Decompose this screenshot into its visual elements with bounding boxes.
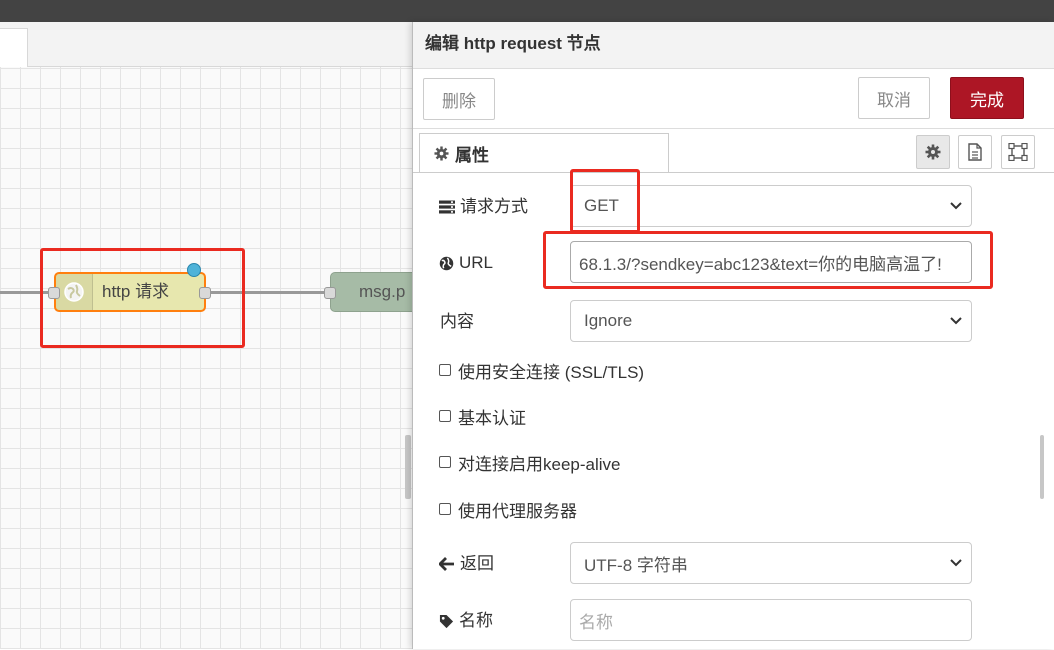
tab-bar-underline <box>413 172 1054 173</box>
name-label-text: 名称 <box>459 611 493 630</box>
gear-icon <box>925 144 941 160</box>
payload-label: 内容 <box>440 300 474 344</box>
tray-scrollbar[interactable] <box>1040 435 1044 499</box>
highlight-method <box>570 169 640 233</box>
checkbox-ssl-box[interactable] <box>439 364 451 376</box>
checkbox-basic-auth-label: 基本认证 <box>458 408 526 428</box>
workspace-canvas[interactable]: http 请求 msg.p <box>0 22 415 649</box>
url-label: URL <box>439 241 493 285</box>
highlight-http-node <box>40 248 245 348</box>
return-select[interactable]: UTF-8 字符串 <box>570 542 972 584</box>
list-icon <box>439 200 455 214</box>
name-label: 名称 <box>439 599 493 643</box>
payload-row: 内容 Ignore <box>413 300 1054 344</box>
arrow-left-icon <box>439 557 454 571</box>
checkbox-ssl[interactable]: 使用安全连接 (SSL/TLS) <box>439 357 644 383</box>
workspace-tab-strip <box>0 22 415 67</box>
payload-select-value: Ignore <box>584 311 633 330</box>
chevron-down-icon <box>950 202 962 210</box>
checkbox-basic-auth[interactable]: 基本认证 <box>439 403 526 429</box>
payload-label-text: 内容 <box>440 312 474 331</box>
checkbox-ssl-label: 使用安全连接 (SSL/TLS) <box>458 362 645 382</box>
tab-properties[interactable]: 属性 <box>419 133 669 173</box>
checkbox-proxy-label: 使用代理服务器 <box>458 501 577 521</box>
document-icon <box>968 143 982 161</box>
node-settings-button[interactable] <box>916 135 950 169</box>
return-label-text: 返回 <box>460 554 494 573</box>
debug-node-label: msg.p <box>359 282 406 301</box>
return-row: 返回 UTF-8 字符串 <box>413 542 1054 586</box>
tab-properties-label: 属性 <box>455 145 489 165</box>
payload-select[interactable]: Ignore <box>570 300 972 342</box>
method-label: 请求方式 <box>439 185 528 229</box>
tray-title: 编辑 http request 节点 <box>425 34 601 53</box>
debug-node-input-port[interactable] <box>324 287 336 299</box>
done-button[interactable]: 完成 <box>950 77 1024 119</box>
tray-body: 属性 请求方式 GET URL 68.1.3/?sendkey=abc123&t… <box>413 128 1054 650</box>
debug-node[interactable]: msg.p <box>330 272 415 312</box>
name-input-placeholder: 名称 <box>579 612 613 632</box>
checkbox-keep-alive[interactable]: 对连接启用keep-alive <box>439 449 621 475</box>
url-label-text: URL <box>459 253 494 272</box>
chevron-down-icon <box>950 559 962 567</box>
frame-icon <box>1008 143 1028 161</box>
flow-tab[interactable] <box>0 28 28 67</box>
return-label: 返回 <box>439 542 494 586</box>
chevron-down-icon <box>950 317 962 325</box>
edit-tray: 编辑 http request 节点 删除 取消 完成 属性 请求方式 GET … <box>412 22 1054 649</box>
checkbox-proxy-box[interactable] <box>439 503 451 515</box>
gear-icon <box>434 145 449 161</box>
top-bar <box>0 0 1054 22</box>
checkbox-proxy[interactable]: 使用代理服务器 <box>439 496 577 522</box>
panel-resize-handle[interactable] <box>405 435 411 499</box>
checkbox-keep-alive-box[interactable] <box>439 456 451 468</box>
node-appearance-button[interactable] <box>1001 135 1035 169</box>
tag-icon <box>439 614 454 628</box>
cancel-button[interactable]: 取消 <box>858 77 930 119</box>
name-row: 名称 名称 <box>413 599 1054 643</box>
return-select-value: UTF-8 字符串 <box>584 555 688 575</box>
delete-button[interactable]: 删除 <box>423 78 495 120</box>
tray-toolbar: 删除 取消 完成 <box>413 69 1054 127</box>
node-description-button[interactable] <box>958 135 992 169</box>
name-input[interactable]: 名称 <box>570 599 972 641</box>
method-label-text: 请求方式 <box>460 197 528 216</box>
highlight-url <box>543 231 993 289</box>
globe-icon <box>439 256 454 270</box>
tray-header: 编辑 http request 节点 <box>413 22 1054 69</box>
checkbox-basic-auth-box[interactable] <box>439 410 451 422</box>
method-row: 请求方式 GET <box>413 185 1054 229</box>
checkbox-keep-alive-label: 对连接启用keep-alive <box>458 454 621 474</box>
